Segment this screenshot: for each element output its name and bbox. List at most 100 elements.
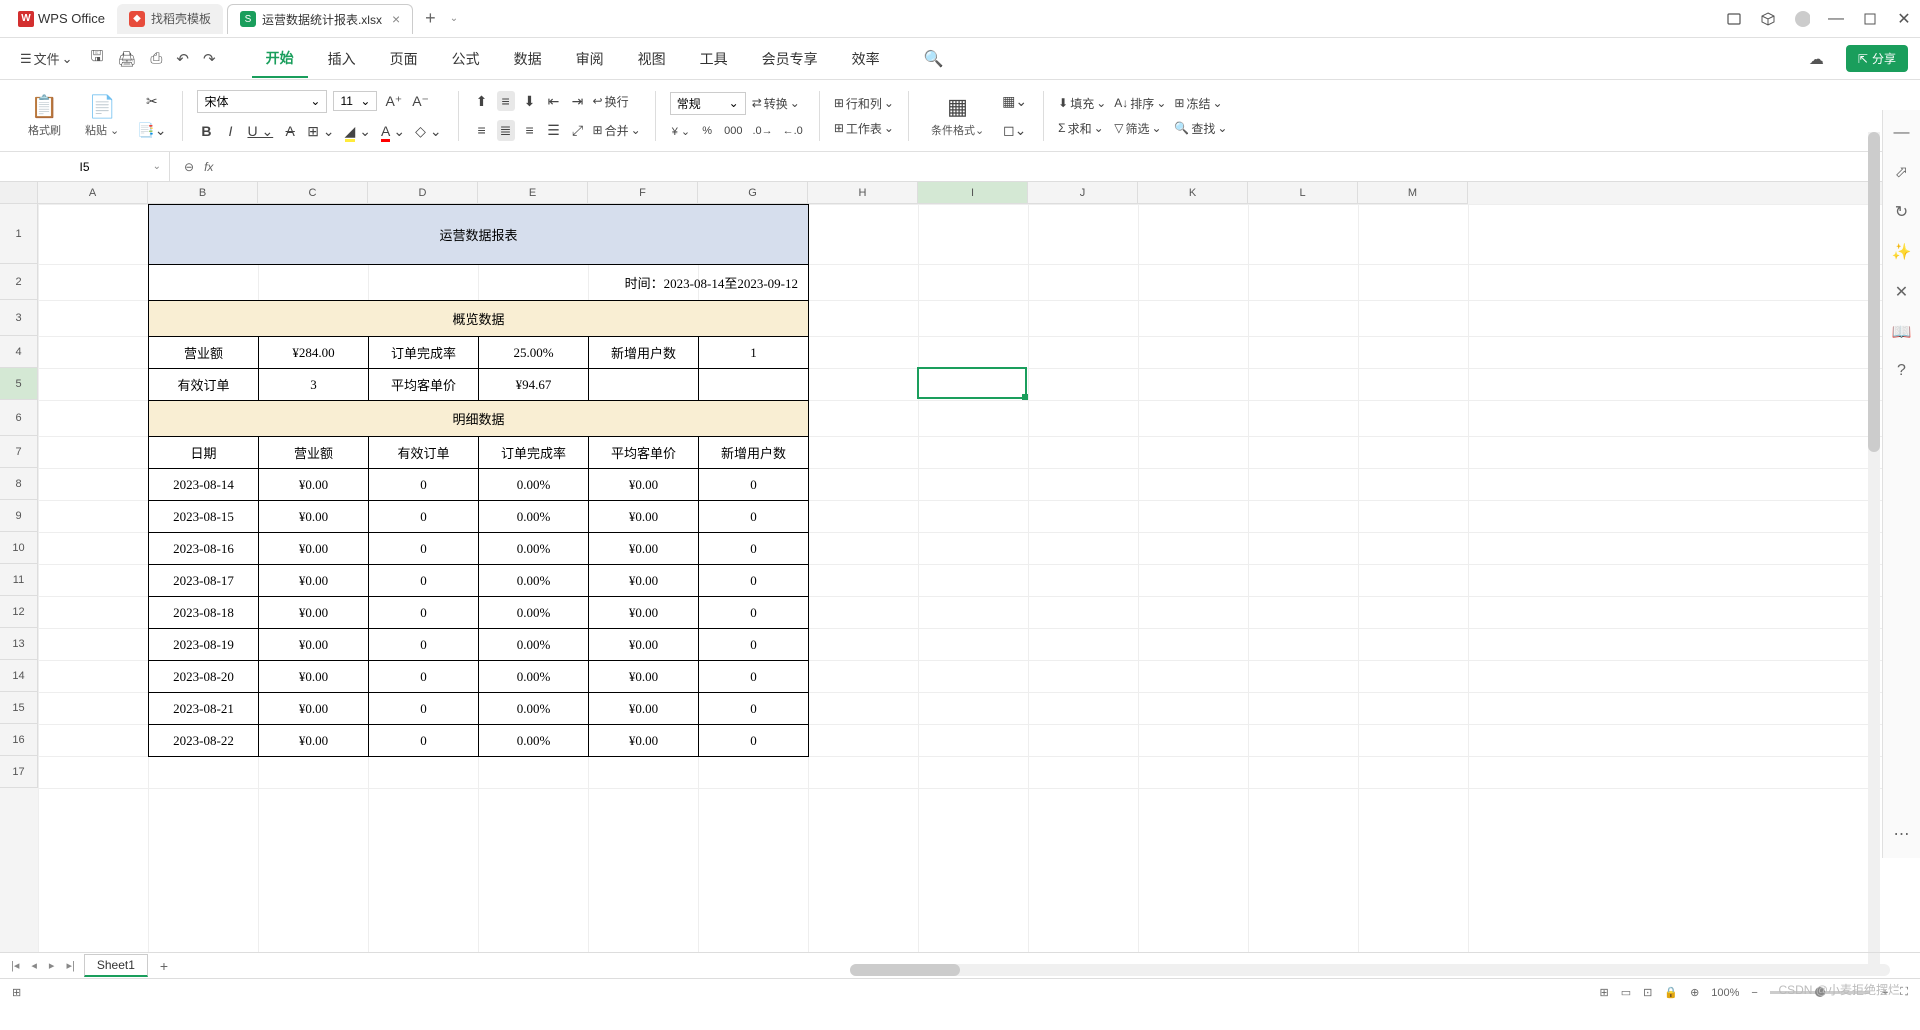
column-header-G[interactable]: G: [698, 182, 808, 204]
column-header-C[interactable]: C: [258, 182, 368, 204]
increase-decimal-icon[interactable]: .0→: [750, 123, 774, 139]
orientation-icon[interactable]: ⤢: [569, 120, 587, 141]
help-icon[interactable]: ?: [1897, 362, 1906, 380]
maximize-button[interactable]: [1862, 11, 1878, 27]
close-button[interactable]: ✕: [1896, 11, 1912, 27]
minus-icon[interactable]: —: [1894, 124, 1910, 142]
row-header-5[interactable]: 5: [0, 368, 38, 400]
fx-icon[interactable]: fx: [204, 160, 213, 174]
tab-page[interactable]: 页面: [376, 41, 432, 77]
fullscreen-icon[interactable]: ⛶: [1900, 986, 1908, 999]
number-format-select[interactable]: 常规⌄: [670, 92, 746, 115]
column-header-F[interactable]: F: [588, 182, 698, 204]
tab-member[interactable]: 会员专享: [748, 41, 832, 77]
percent-icon[interactable]: %: [698, 123, 716, 139]
row-header-12[interactable]: 12: [0, 596, 38, 628]
lock-icon[interactable]: 🔒: [1664, 986, 1678, 999]
loop-icon[interactable]: ↻: [1895, 202, 1908, 222]
view-break-icon[interactable]: ⊡: [1643, 986, 1652, 999]
align-middle-icon[interactable]: ≡: [497, 91, 515, 111]
font-size-select[interactable]: 11⌄: [333, 91, 377, 111]
tab-tools[interactable]: 工具: [686, 41, 742, 77]
column-header-M[interactable]: M: [1358, 182, 1468, 204]
decrease-indent-icon[interactable]: ⇤: [545, 91, 563, 112]
tab-efficiency[interactable]: 效率: [838, 41, 894, 77]
copy-icon[interactable]: 📑⌄: [135, 120, 168, 141]
scrollbar-thumb[interactable]: [850, 964, 960, 976]
row-header-9[interactable]: 9: [0, 500, 38, 532]
close-icon[interactable]: ×: [392, 11, 400, 27]
redo-icon[interactable]: ↷: [199, 46, 220, 72]
column-header-H[interactable]: H: [808, 182, 918, 204]
rowcol-button[interactable]: ⊞ 行和列 ⌄: [834, 95, 894, 112]
freeze-button[interactable]: ⊞ 冻结 ⌄: [1174, 95, 1227, 112]
column-header-I[interactable]: I: [918, 182, 1028, 204]
add-tab-button[interactable]: +: [415, 8, 446, 29]
sum-button[interactable]: Σ 求和 ⌄: [1058, 120, 1106, 137]
column-header-E[interactable]: E: [478, 182, 588, 204]
print-preview-icon[interactable]: 🖨: [113, 46, 140, 72]
tab-view[interactable]: 视图: [624, 41, 680, 77]
tab-data[interactable]: 数据: [500, 41, 556, 77]
tablet-mode-icon[interactable]: [1726, 11, 1742, 27]
row-header-16[interactable]: 16: [0, 724, 38, 756]
template-tab[interactable]: ◆ 找稻壳模板: [117, 4, 223, 34]
name-box[interactable]: I5 ⌄: [0, 152, 170, 181]
view-page-icon[interactable]: ▭: [1621, 986, 1631, 999]
undo-icon[interactable]: ↶: [172, 46, 193, 72]
filter-button[interactable]: ▽ 筛选 ⌄: [1114, 120, 1166, 137]
sheet-tab-sheet1[interactable]: Sheet1: [84, 954, 148, 977]
row-header-13[interactable]: 13: [0, 628, 38, 660]
find-button[interactable]: 🔍 查找 ⌄: [1174, 120, 1227, 137]
worksheet-button[interactable]: ⊞ 工作表 ⌄: [834, 120, 894, 137]
tab-review[interactable]: 审阅: [562, 41, 618, 77]
cube-icon[interactable]: [1760, 11, 1776, 27]
minimize-button[interactable]: —: [1828, 11, 1844, 27]
align-top-icon[interactable]: ⬆: [473, 91, 491, 112]
convert-button[interactable]: ⇄ 转换 ⌄: [752, 95, 800, 112]
ai-icon[interactable]: ✨: [1892, 242, 1912, 262]
file-menu[interactable]: ☰ 文件 ⌄: [12, 45, 81, 72]
font-color-button[interactable]: A ⌄: [379, 121, 407, 142]
row-header-1[interactable]: 1: [0, 204, 38, 264]
tab-formula[interactable]: 公式: [438, 41, 494, 77]
row-header-3[interactable]: 3: [0, 300, 38, 336]
sheet-prev-icon[interactable]: ◂: [28, 959, 40, 972]
align-center-icon[interactable]: ≣: [497, 120, 515, 141]
print-icon[interactable]: ⎙: [146, 46, 166, 71]
increase-font-icon[interactable]: A⁺: [383, 91, 404, 112]
save-icon[interactable]: 🖫: [87, 42, 108, 75]
column-header-B[interactable]: B: [148, 182, 258, 204]
document-tab[interactable]: S 运营数据统计报表.xlsx ×: [227, 4, 413, 34]
tab-start[interactable]: 开始: [252, 40, 308, 78]
clear-format-button[interactable]: ◇ ⌄: [413, 121, 443, 142]
paste-group[interactable]: 📄 粘贴 ⌄: [77, 94, 127, 138]
more-icon[interactable]: ⋯: [1894, 824, 1910, 844]
italic-button[interactable]: I: [221, 121, 239, 141]
horizontal-scrollbar[interactable]: [850, 964, 1890, 976]
formula-input[interactable]: [223, 160, 1906, 174]
bold-button[interactable]: B: [197, 121, 215, 141]
scrollbar-thumb[interactable]: [1868, 132, 1880, 452]
search-icon[interactable]: 🔍: [920, 45, 948, 73]
row-header-15[interactable]: 15: [0, 692, 38, 724]
cell-style-icon[interactable]: ◻⌄: [1000, 120, 1029, 141]
increase-indent-icon[interactable]: ⇥: [569, 91, 587, 112]
status-icon[interactable]: ⊞: [12, 986, 21, 999]
cells-area[interactable]: 运营数据报表时间：2023-08-14至2023-09-12概览数据营业额¥28…: [38, 204, 1920, 952]
row-header-8[interactable]: 8: [0, 468, 38, 500]
border-button[interactable]: ⊞ ⌄: [305, 121, 336, 142]
column-header-D[interactable]: D: [368, 182, 478, 204]
tab-insert[interactable]: 插入: [314, 41, 370, 77]
settings-icon[interactable]: ✕: [1895, 282, 1908, 302]
currency-icon[interactable]: ¥ ⌄: [670, 123, 692, 140]
format-painter-group[interactable]: 📋 格式刷: [20, 94, 69, 138]
merge-button[interactable]: ⊞ 合并 ⌄: [593, 122, 641, 139]
column-header-K[interactable]: K: [1138, 182, 1248, 204]
row-header-17[interactable]: 17: [0, 756, 38, 788]
align-bottom-icon[interactable]: ⬇: [521, 91, 539, 112]
select-all-corner[interactable]: [0, 182, 38, 204]
wrap-text-button[interactable]: ↩ 换行: [593, 93, 629, 110]
row-header-4[interactable]: 4: [0, 336, 38, 368]
fill-button[interactable]: ⬇ 填充 ⌄: [1058, 95, 1106, 112]
